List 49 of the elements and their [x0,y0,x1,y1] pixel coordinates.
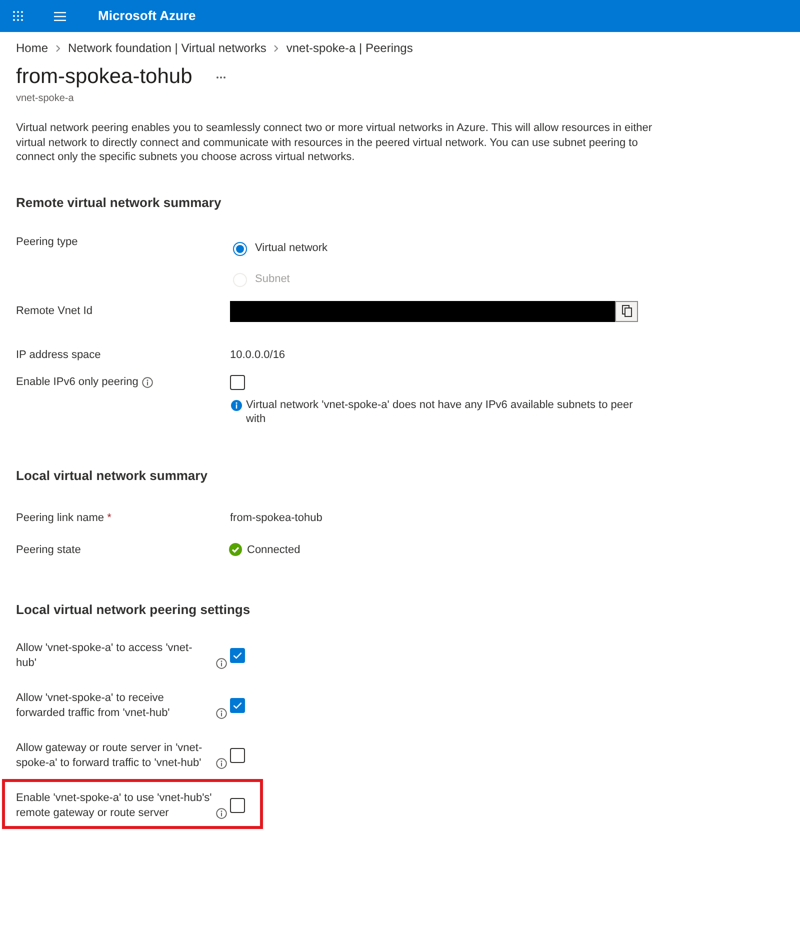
field-value: 10.0.0.0/16 [230,348,286,362]
checkbox[interactable] [230,748,245,763]
section-heading: Local virtual network summary [16,466,208,484]
breadcrumb-link[interactable]: Home [16,39,48,57]
info-icon[interactable] [216,758,227,768]
breadcrumb-link[interactable]: vnet-spoke-a | Peerings [286,39,413,57]
menu-icon[interactable] [54,12,66,20]
field-value: from-spokea-tohub [230,510,322,526]
copy-button[interactable] [615,300,638,322]
info-icon[interactable] [216,658,227,668]
chevron-icon [56,44,60,52]
check-circle-icon [229,543,242,556]
portal-title-link[interactable]: Microsoft Azure [98,6,196,26]
field-label: Enable IPv6 only peering [16,374,138,390]
description-text: Virtual network peering enables you to seamlessly connect two or more virtual networks in Azure. This will allow resources in either virtual network to directly connect and communicate with resources in the peered virtual network. You can use subnet peering to connect only the specific subnets you choose across virtual networks. [16,121,654,164]
info-icon[interactable] [216,708,227,718]
app-launcher-icon[interactable] [13,11,23,21]
page-title: from-spokea-tohub [16,64,192,90]
more-icon[interactable] [216,76,226,78]
checkmark-icon [233,652,242,659]
page-subtitle: vnet-spoke-a [16,92,74,105]
status-text: Connected [247,542,300,558]
checkbox[interactable] [230,374,245,390]
radio-label: Subnet [255,272,290,288]
field-label: Allow gateway or route server in 'vnet-spoke-a' to forward traffic to 'vnet-hub' [16,740,204,770]
copy-icon [622,305,632,317]
info-message: Virtual network 'vnet-spoke-a' does not have any IPv6 available subnets to peer with [246,398,634,426]
field-label: Peering type [16,234,78,250]
field-label: Allow 'vnet-spoke-a' to access 'vnet-hub' [16,640,194,670]
radio-label[interactable]: Virtual network [255,240,328,257]
info-icon [231,400,242,410]
field-label: IP address space [16,348,101,362]
checkmark-icon [233,702,242,709]
chevron-icon [274,44,278,52]
section-heading: Remote virtual network summary [16,194,222,212]
checkbox[interactable] [230,798,245,813]
section-heading: Local virtual network peering settings [16,600,250,618]
field-label: Enable 'vnet-spoke-a' to use 'vnet-hub's' remote gateway or route server [16,790,212,820]
field-label: Peering state [16,542,81,558]
radio-button[interactable] [233,242,247,256]
info-icon[interactable] [216,808,227,818]
field-label: Peering link name [16,510,104,526]
info-icon[interactable] [142,376,154,388]
breadcrumb-link[interactable]: Network foundation | Virtual networks [68,39,266,57]
field-label: Remote Vnet Id [16,304,92,319]
required-mark: * [107,510,112,526]
checkbox[interactable] [230,698,245,713]
checkbox[interactable] [230,648,245,663]
field-label: Allow 'vnet-spoke-a' to receive forwarded traffic from 'vnet-hub' [16,690,171,720]
